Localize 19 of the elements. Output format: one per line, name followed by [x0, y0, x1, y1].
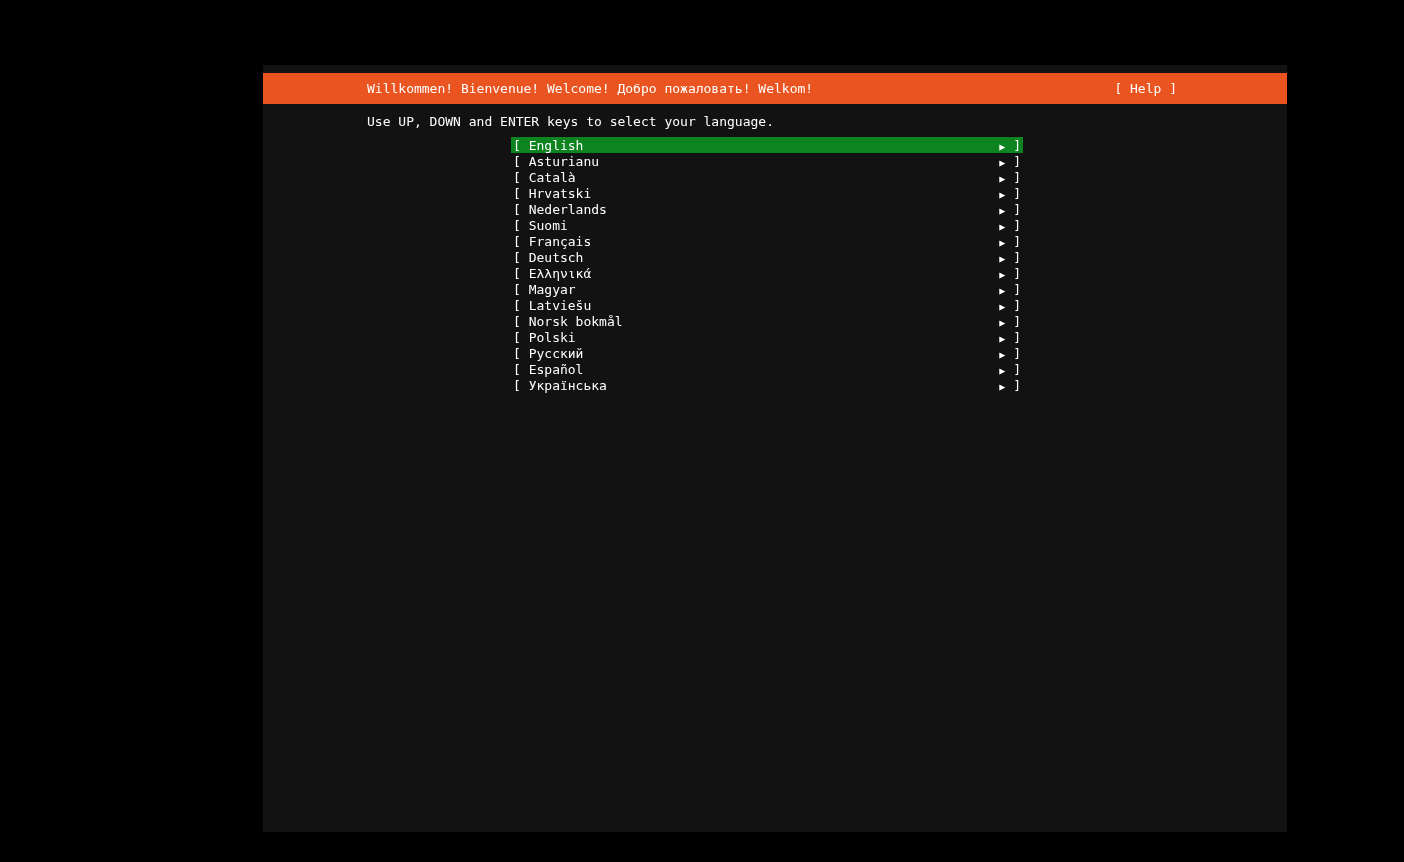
- language-option[interactable]: [ Español ▶ ]: [511, 361, 1023, 377]
- instruction-text: Use UP, DOWN and ENTER keys to select your language.: [366, 113, 775, 130]
- language-option[interactable]: [ English ▶ ]: [511, 137, 1023, 153]
- language-option[interactable]: [ Latviešu ▶ ]: [511, 297, 1023, 313]
- language-option[interactable]: [ Deutsch ▶ ]: [511, 249, 1023, 265]
- language-option[interactable]: [ Ελληνικά ▶ ]: [511, 265, 1023, 281]
- language-option[interactable]: [ Magyar ▶ ]: [511, 281, 1023, 297]
- language-option[interactable]: [ Русский ▶ ]: [511, 345, 1023, 361]
- welcome-title: Willkommen! Bienvenue! Welcome! Добро пожаловать! Welkom!: [367, 81, 814, 96]
- language-option[interactable]: [ Norsk bokmål ▶ ]: [511, 313, 1023, 329]
- language-option[interactable]: [ Asturianu ▶ ]: [511, 153, 1023, 169]
- language-option[interactable]: [ Català ▶ ]: [511, 169, 1023, 185]
- language-option[interactable]: [ Suomi ▶ ]: [511, 217, 1023, 233]
- language-option[interactable]: [ Français ▶ ]: [511, 233, 1023, 249]
- language-option[interactable]: [ Polski ▶ ]: [511, 329, 1023, 345]
- help-button[interactable]: [ Help ]: [1114, 81, 1177, 96]
- language-option[interactable]: [ Hrvatski ▶ ]: [511, 185, 1023, 201]
- language-option[interactable]: [ Nederlands ▶ ]: [511, 201, 1023, 217]
- language-option[interactable]: [ Українська ▶ ]: [511, 377, 1023, 393]
